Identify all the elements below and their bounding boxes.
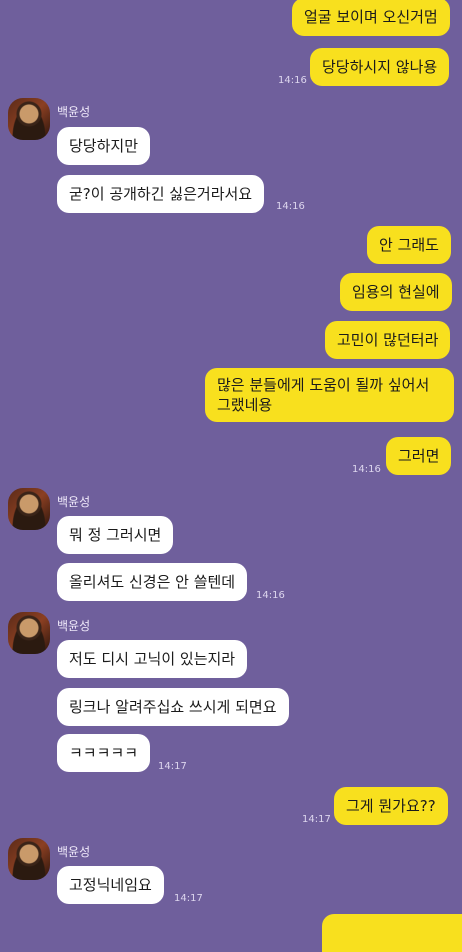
- my-message-bubble[interactable]: 고민이 많던터라: [325, 321, 451, 359]
- my-message-bubble[interactable]: 임용의 현실에: [340, 273, 452, 311]
- their-message-bubble[interactable]: 올리셔도 신경은 안 쓸텐데: [57, 563, 248, 601]
- message-time: 14:16: [276, 201, 305, 212]
- my-message-bubble[interactable]: 그게 뭔가요??: [334, 787, 448, 825]
- sender-avatar[interactable]: [8, 98, 50, 140]
- my-message-bubble[interactable]: 얼굴 보이며 오신거멈: [292, 0, 450, 36]
- message-time: 14:17: [302, 814, 331, 825]
- my-message-bubble[interactable]: 당당하시지 않나용: [310, 48, 450, 86]
- sender-avatar[interactable]: [8, 612, 50, 654]
- sender-name: 백윤성: [57, 105, 91, 119]
- message-time: 14:16: [352, 464, 381, 475]
- my-message-bubble[interactable]: 많은 분들에게 도움이 될까 싶어서 그랬네용: [205, 368, 454, 422]
- their-message-bubble[interactable]: ㅋㅋㅋㅋㅋ: [57, 734, 151, 772]
- sender-name: 백윤성: [57, 495, 91, 509]
- their-message-bubble[interactable]: 저도 디시 고닉이 있는지라: [57, 640, 248, 678]
- message-time: 14:17: [158, 761, 187, 772]
- my-message-bubble[interactable]: 안 그래도: [367, 226, 451, 264]
- message-line: 그랬네용: [217, 396, 273, 414]
- their-message-bubble[interactable]: 당당하지만: [57, 127, 151, 165]
- my-message-bubble[interactable]: 그러면: [386, 437, 452, 475]
- my-message-bubble-partial[interactable]: [322, 914, 462, 952]
- sender-name: 백윤성: [57, 845, 91, 859]
- their-message-bubble[interactable]: 링크나 알려주십쇼 쓰시게 되면요: [57, 688, 289, 726]
- their-message-bubble[interactable]: 굳?이 공개하긴 싫은거라서요: [57, 175, 265, 213]
- their-message-bubble[interactable]: 고정닉네임요: [57, 866, 164, 904]
- message-time: 14:16: [256, 590, 285, 601]
- their-message-bubble[interactable]: 뭐 정 그러시면: [57, 516, 174, 554]
- message-time: 14:16: [278, 75, 307, 86]
- sender-avatar[interactable]: [8, 488, 50, 530]
- message-time: 14:17: [174, 893, 203, 904]
- message-line: 많은 분들에게 도움이 될까 싶어서: [217, 376, 430, 394]
- sender-name: 백윤성: [57, 619, 91, 633]
- sender-avatar[interactable]: [8, 838, 50, 880]
